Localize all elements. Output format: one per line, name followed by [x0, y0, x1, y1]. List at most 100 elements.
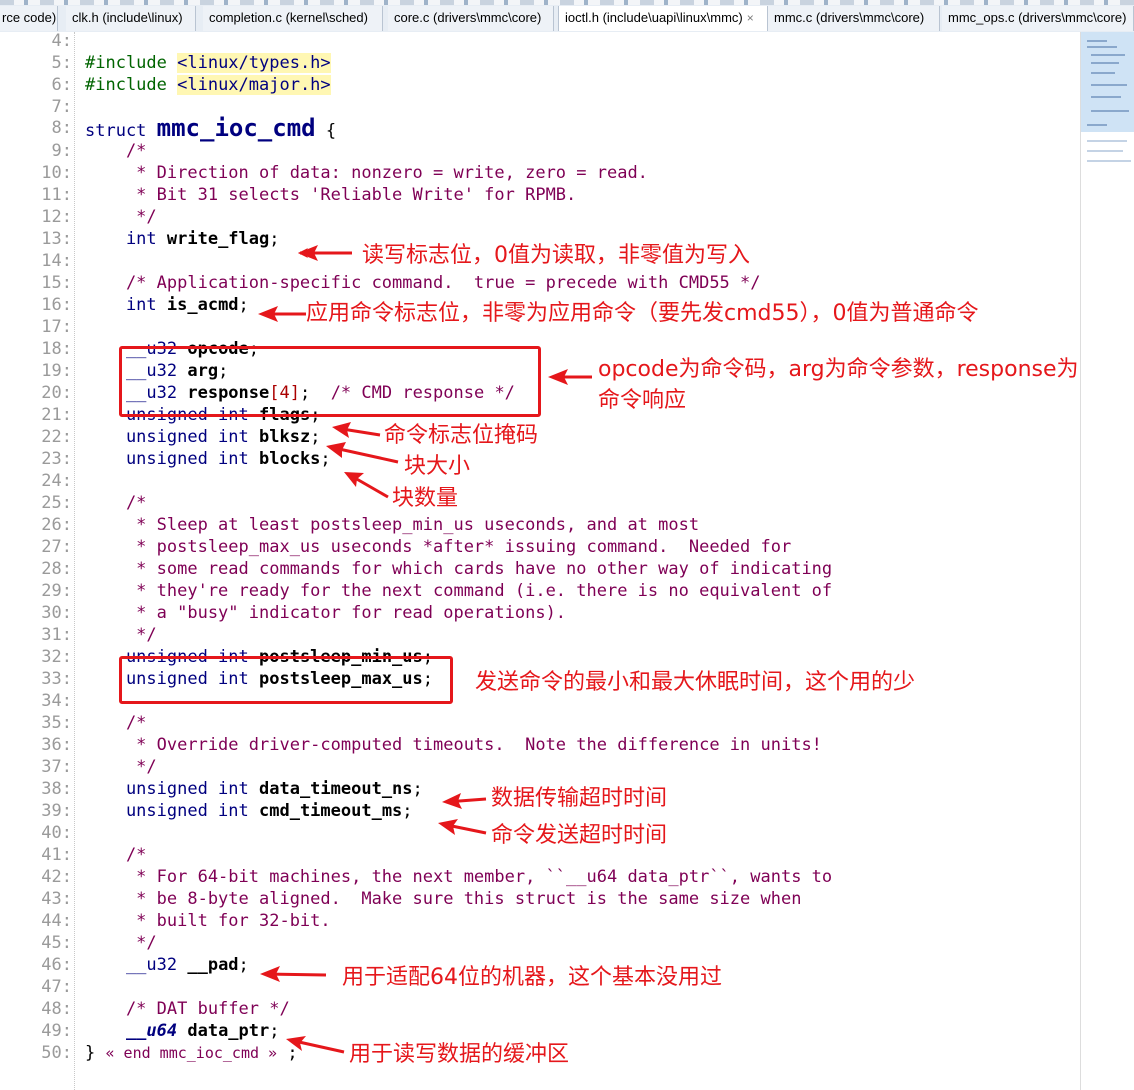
- code-token-bd: blocks: [259, 449, 321, 469]
- code-token-ty: unsigned int: [85, 779, 259, 799]
- line-number: 20:: [41, 383, 72, 403]
- line-number: 50:: [41, 1043, 72, 1063]
- code-token-cm: */: [85, 757, 157, 777]
- code-text: #include <linux/major.h>: [85, 74, 331, 96]
- tab-source-code[interactable]: rce code): [0, 6, 58, 31]
- code-text: * Sleep at least postsleep_min_us usecon…: [85, 514, 699, 536]
- tab-label: core.c (drivers\mmc\core): [394, 10, 542, 25]
- code-token-ty: unsigned int: [85, 427, 259, 447]
- annotation-write-flag: 读写标志位，0值为读取，非零值为写入: [362, 243, 750, 268]
- code-token-rest: ;: [238, 295, 249, 315]
- line-number: 11:: [41, 185, 72, 205]
- code-text: #include <linux/types.h>: [85, 52, 331, 74]
- code-token-cm: * postsleep_max_us useconds *after* issu…: [85, 537, 792, 557]
- code-token-cm: /* DAT buffer */: [85, 999, 290, 1019]
- line-number: 35:: [41, 713, 72, 733]
- tab-mmc-ops-c[interactable]: mmc_ops.c (drivers\mmc\core): [942, 6, 1134, 31]
- code-token-bd: blksz: [259, 427, 311, 447]
- code-text: int is_acmd;: [85, 294, 249, 316]
- line-number: 18:: [41, 339, 72, 359]
- line-number: 34:: [41, 691, 72, 711]
- code-text: * Direction of data: nonzero = write, ze…: [85, 162, 648, 184]
- tab-ioctl-h[interactable]: ioctl.h (include\uapi\linux\mmc) ×: [558, 6, 768, 31]
- code-text: unsigned int data_timeout_ns;: [85, 778, 423, 800]
- code-token-rest: ;: [269, 1021, 280, 1041]
- code-token-cm: */: [85, 933, 157, 953]
- code-token-ty: unsigned int: [85, 801, 259, 821]
- line-number: 31:: [41, 625, 72, 645]
- tab-core-c[interactable]: core.c (drivers\mmc\core): [388, 6, 554, 31]
- gutter-separator: [74, 32, 75, 1090]
- code-token-bd: is_acmd: [166, 295, 239, 315]
- code-token-rest: ;: [269, 229, 280, 249]
- code-token-cm: * some read commands for which cards hav…: [85, 559, 833, 579]
- code-token-bd: data_timeout_ns: [259, 779, 413, 799]
- code-text: unsigned int cmd_timeout_ms;: [85, 800, 413, 822]
- line-number: 24:: [41, 471, 72, 491]
- line-number: 17:: [41, 317, 72, 337]
- code-token-cm: * they're ready for the next command (i.…: [85, 581, 833, 601]
- code-token-rest: {: [315, 121, 337, 141]
- code-text: } « end mmc_ioc_cmd » ;: [85, 1042, 298, 1064]
- tab-mmc-c[interactable]: mmc.c (drivers\mmc\core): [768, 6, 940, 31]
- line-number: 22:: [41, 427, 72, 447]
- code-minimap[interactable]: [1080, 32, 1134, 1090]
- code-token-cm: * Direction of data: nonzero = write, ze…: [85, 163, 648, 183]
- code-text: * built for 32-bit.: [85, 910, 331, 932]
- line-number: 14:: [41, 251, 72, 271]
- annotation-is-acmd: 应用命令标志位，非零为应用命令（要先发cmd55），0值为普通命令: [306, 301, 979, 326]
- code-text: * Override driver-computed timeouts. Not…: [85, 734, 822, 756]
- code-token-rest: ;: [402, 801, 413, 821]
- line-number: 36:: [41, 735, 72, 755]
- code-token-cm: /*: [85, 845, 147, 865]
- annotation-data-timeout: 数据传输超时时间: [491, 786, 668, 811]
- line-number: 6:: [51, 75, 72, 95]
- line-number: 33:: [41, 669, 72, 689]
- code-text: /*: [85, 844, 146, 866]
- code-token-bd: write_flag: [166, 229, 270, 249]
- tab-label: rce code): [2, 10, 57, 25]
- code-text: * For 64-bit machines, the next member, …: [85, 866, 832, 888]
- code-text: /*: [85, 712, 146, 734]
- code-text: * postsleep_max_us useconds *after* issu…: [85, 536, 791, 558]
- code-token-end: « end mmc_ioc_cmd »: [105, 1044, 278, 1062]
- code-text: */: [85, 624, 156, 646]
- line-number: 49:: [41, 1021, 72, 1041]
- code-token-cm: * For 64-bit machines, the next member, …: [85, 867, 833, 887]
- code-token-cm: * be 8-byte aligned. Make sure this stru…: [85, 889, 802, 909]
- code-token-inc: <linux/major.h>: [177, 75, 331, 95]
- annotation-blksz: 块大小: [404, 454, 471, 479]
- line-number: 47:: [41, 977, 72, 997]
- code-token-rest: ;: [238, 955, 249, 975]
- code-token-cm: * Sleep at least postsleep_min_us usecon…: [85, 515, 700, 535]
- line-number: 45:: [41, 933, 72, 953]
- line-number: 39:: [41, 801, 72, 821]
- code-token-rest: }: [85, 1043, 106, 1063]
- code-text: * Bit 31 selects 'Reliable Write' for RP…: [85, 184, 576, 206]
- line-number: 25:: [41, 493, 72, 513]
- code-token-cm: /* Application-specific command. true = …: [85, 273, 761, 293]
- tab-clk-h[interactable]: clk.h (include\linux): [66, 6, 196, 31]
- tab-label: clk.h (include\linux): [72, 10, 183, 25]
- highlight-box-opcode: [119, 346, 541, 417]
- line-number: 9:: [51, 141, 72, 161]
- code-token-rest: ;: [310, 427, 321, 447]
- code-token-cm: * built for 32-bit.: [85, 911, 331, 931]
- tab-completion-c[interactable]: completion.c (kernel\sched): [203, 6, 383, 31]
- annotation-flags: 命令标志位掩码: [384, 423, 539, 448]
- code-token-inc: <linux/types.h>: [177, 53, 331, 73]
- code-token-tyi: __u64: [85, 1021, 188, 1041]
- code-token-ty: int: [85, 229, 167, 249]
- code-token-rest2: ;: [277, 1043, 298, 1063]
- annotation-blocks: 块数量: [392, 486, 459, 511]
- close-icon[interactable]: ×: [747, 11, 754, 25]
- code-text: unsigned int blksz;: [85, 426, 321, 448]
- code-text: * a "busy" indicator for read operations…: [85, 602, 566, 624]
- code-token-cm: * a "busy" indicator for read operations…: [85, 603, 567, 623]
- line-number: 44:: [41, 911, 72, 931]
- code-text: /* DAT buffer */: [85, 998, 290, 1020]
- highlight-box-postsleep: [119, 656, 453, 704]
- line-number: 15:: [41, 273, 72, 293]
- code-token-pp: #include: [85, 53, 178, 73]
- code-text: /* Application-specific command. true = …: [85, 272, 761, 294]
